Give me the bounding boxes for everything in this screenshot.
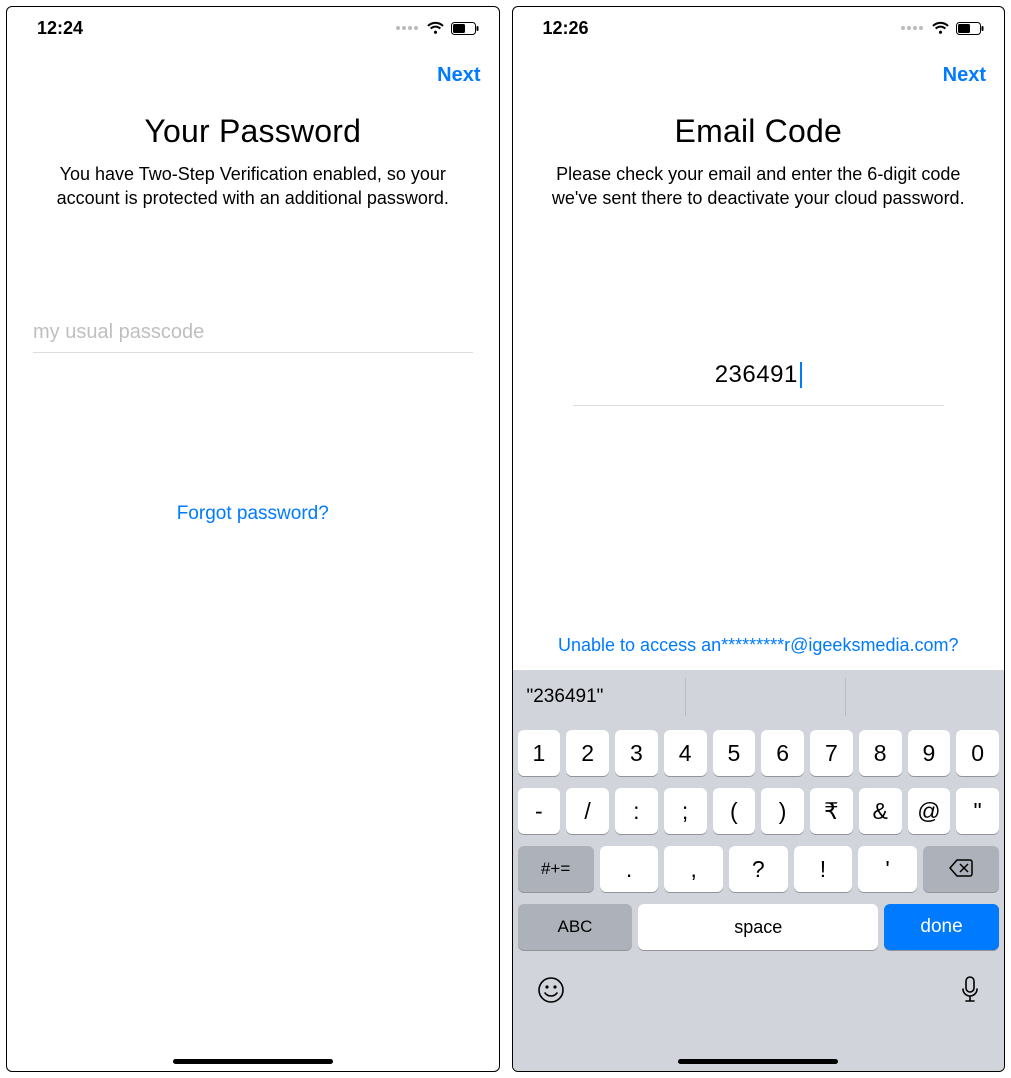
key-space[interactable]: space (638, 904, 878, 950)
key-9[interactable]: 9 (908, 730, 951, 776)
key-dash[interactable]: - (518, 788, 561, 834)
keyboard-row-1: 1 2 3 4 5 6 7 8 9 0 (513, 724, 1005, 782)
key-rupee[interactable]: ₹ (810, 788, 853, 834)
status-time: 12:24 (37, 18, 83, 39)
status-time: 12:26 (543, 18, 589, 39)
emoji-icon[interactable] (537, 976, 565, 1011)
wifi-icon (931, 21, 950, 35)
key-paren-close[interactable]: ) (761, 788, 804, 834)
key-done[interactable]: done (884, 904, 999, 950)
key-question[interactable]: ? (729, 846, 788, 892)
status-bar: 12:26 (513, 7, 1005, 49)
key-comma[interactable]: , (664, 846, 723, 892)
text-cursor (800, 362, 802, 388)
key-3[interactable]: 3 (615, 730, 658, 776)
key-7[interactable]: 7 (810, 730, 853, 776)
nav-bar: Next (513, 49, 1005, 101)
password-input-wrap (33, 321, 473, 353)
nav-bar: Next (7, 49, 499, 101)
code-value: 236491 (715, 361, 798, 389)
wifi-icon (426, 21, 445, 35)
phone-left-password-screen: 12:24 Next Your Password You have Two-St… (6, 6, 500, 1072)
key-8[interactable]: 8 (859, 730, 902, 776)
ios-keyboard: "236491" 1 2 3 4 5 6 7 8 9 0 - / : ; ( )… (513, 670, 1005, 1071)
home-indicator[interactable] (173, 1059, 333, 1064)
key-exclaim[interactable]: ! (794, 846, 853, 892)
status-bar: 12:24 (7, 7, 499, 49)
keyboard-suggestion-bar: "236491" (513, 670, 1005, 724)
key-abc[interactable]: ABC (518, 904, 633, 950)
backspace-icon (949, 856, 973, 883)
page-title: Email Code (513, 113, 1005, 150)
keyboard-suggestion-empty[interactable] (846, 678, 1005, 716)
key-symbols[interactable]: #+= (518, 846, 594, 892)
key-slash[interactable]: / (566, 788, 609, 834)
page-title: Your Password (7, 113, 499, 150)
keyboard-row-4: ABC space done (513, 898, 1005, 956)
key-backspace[interactable] (923, 846, 999, 892)
key-ampersand[interactable]: & (859, 788, 902, 834)
key-4[interactable]: 4 (664, 730, 707, 776)
key-semicolon[interactable]: ; (664, 788, 707, 834)
key-colon[interactable]: : (615, 788, 658, 834)
key-5[interactable]: 5 (713, 730, 756, 776)
key-period[interactable]: . (600, 846, 659, 892)
mic-icon[interactable] (960, 976, 980, 1011)
key-6[interactable]: 6 (761, 730, 804, 776)
cellular-dots-icon (396, 26, 418, 30)
battery-icon (451, 22, 479, 35)
forgot-password-link[interactable]: Forgot password? (7, 503, 499, 525)
password-input[interactable] (33, 321, 473, 344)
status-icons (396, 21, 479, 35)
page-subtitle: You have Two-Step Verification enabled, … (7, 150, 499, 211)
key-1[interactable]: 1 (518, 730, 561, 776)
key-apostrophe[interactable]: ' (858, 846, 917, 892)
key-quote[interactable]: " (956, 788, 999, 834)
next-button[interactable]: Next (943, 64, 986, 87)
keyboard-suggestion-empty[interactable] (686, 678, 846, 716)
page-subtitle: Please check your email and enter the 6-… (513, 150, 1005, 211)
next-button[interactable]: Next (437, 64, 480, 87)
keyboard-suggestion[interactable]: "236491" (513, 678, 687, 716)
key-2[interactable]: 2 (566, 730, 609, 776)
home-indicator[interactable] (678, 1059, 838, 1064)
status-icons (901, 21, 984, 35)
key-at[interactable]: @ (908, 788, 951, 834)
phone-right-email-code-screen: 12:26 Next Email Code Please check your … (512, 6, 1006, 1072)
key-paren-open[interactable]: ( (713, 788, 756, 834)
keyboard-row-3: #+= . , ? ! ' (513, 840, 1005, 898)
keyboard-bottom-row (513, 956, 1005, 1011)
cellular-dots-icon (901, 26, 923, 30)
code-input-wrap[interactable]: 236491 (573, 361, 945, 406)
key-0[interactable]: 0 (956, 730, 999, 776)
battery-icon (956, 22, 984, 35)
unable-access-email-link[interactable]: Unable to access an*********r@igeeksmedi… (513, 635, 1005, 670)
keyboard-row-2: - / : ; ( ) ₹ & @ " (513, 782, 1005, 840)
